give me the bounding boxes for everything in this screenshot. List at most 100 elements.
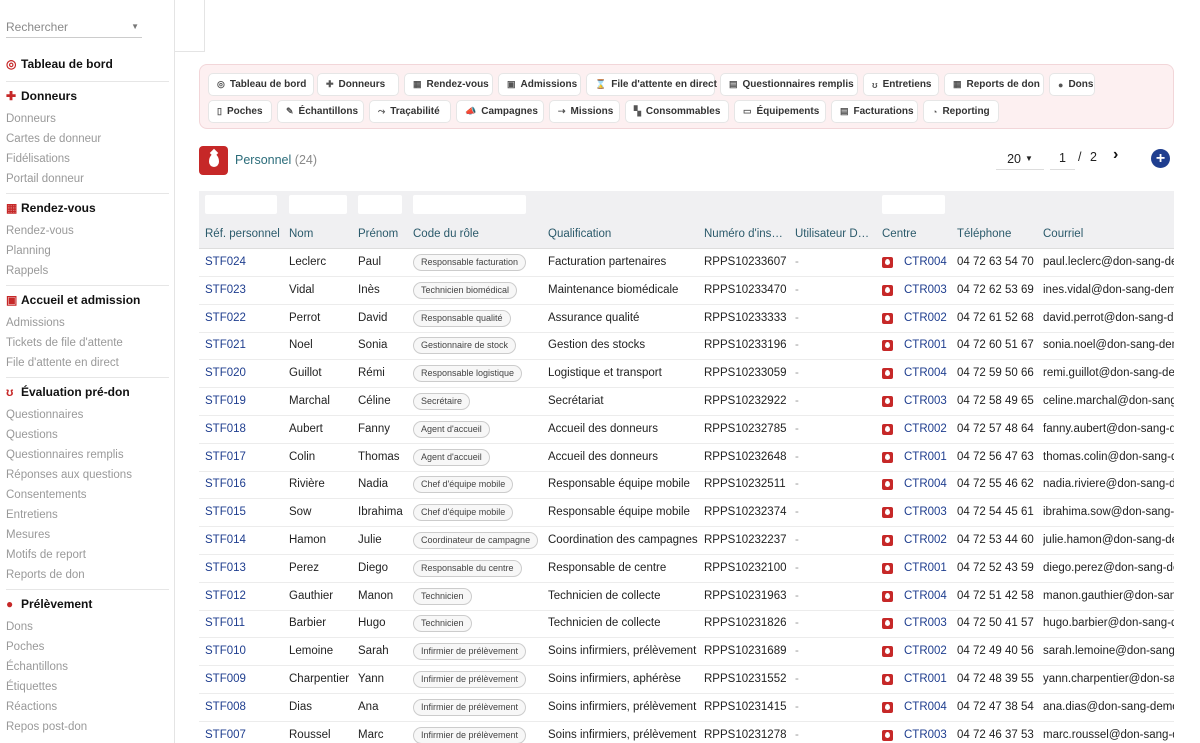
tab-tableau-de-bord[interactable]: ◎ Tableau de bord <box>208 73 314 96</box>
page-number-input[interactable]: 1 <box>1050 148 1075 170</box>
filter-nom-input[interactable] <box>289 195 347 214</box>
nav-section-title[interactable]: ● Prélèvement <box>6 591 169 617</box>
sidebar-item[interactable]: File d'attente en direct <box>6 353 169 373</box>
table-row[interactable]: STF014 Hamon Julie Coordinateur de campagne… <box>199 527 1174 555</box>
add-record-button[interactable]: + <box>1151 149 1170 168</box>
tab-file-d-attente-en-direct[interactable]: ⌛ File d'attente en direct <box>586 73 717 96</box>
sidebar-item[interactable]: Mesures <box>6 525 169 545</box>
sidebar-item[interactable]: Poches <box>6 637 169 657</box>
nav-section-title[interactable]: ▣ Accueil et admission <box>6 287 169 313</box>
cell-ref[interactable]: STF007 <box>205 729 285 741</box>
cell-centre[interactable]: CTR002 <box>904 645 952 657</box>
cell-centre[interactable]: CTR001 <box>904 673 952 685</box>
cell-centre[interactable]: CTR004 <box>904 701 952 713</box>
tab-traçabilité[interactable]: ⤳ Traçabilité <box>369 100 451 123</box>
tab-campagnes[interactable]: 📣 Campagnes <box>456 100 544 123</box>
sidebar-item[interactable]: Questions <box>6 425 169 445</box>
cell-ref[interactable]: STF009 <box>205 673 285 685</box>
sidebar-item[interactable]: Repos post-don <box>6 717 169 737</box>
cell-ref[interactable]: STF016 <box>205 478 285 490</box>
cell-ref[interactable]: STF011 <box>205 617 285 629</box>
sidebar-item[interactable]: Réponses aux questions <box>6 465 169 485</box>
column-header[interactable]: Utilisateur D… <box>795 228 877 240</box>
table-row[interactable]: STF021 Noel Sonia Gestionnaire de stock Gest… <box>199 332 1174 361</box>
column-header[interactable]: Code du rôle <box>413 228 543 240</box>
tab-rendez-vous[interactable]: ▦ Rendez-vous <box>404 73 493 96</box>
sidebar-item[interactable]: Rendez-vous <box>6 221 169 241</box>
sidebar-item[interactable]: Dons <box>6 617 169 637</box>
table-row[interactable]: STF007 Roussel Marc Infirmier de prélèvemen… <box>199 722 1174 743</box>
sidebar-item[interactable]: Cartes de donneur <box>6 129 169 149</box>
table-row[interactable]: STF013 Perez Diego Responsable du centre Res… <box>199 555 1174 583</box>
tab-reports-de-don[interactable]: ▦ Reports de don <box>944 73 1044 96</box>
table-row[interactable]: STF024 Leclerc Paul Responsable facturation… <box>199 249 1174 277</box>
sidebar-item[interactable]: Questionnaires remplis <box>6 445 169 465</box>
tab-équipements[interactable]: ▭ Équipements <box>734 100 826 123</box>
tab-admissions[interactable]: ▣ Admissions <box>498 73 581 96</box>
cell-ref[interactable]: STF008 <box>205 701 285 713</box>
cell-centre[interactable]: CTR002 <box>904 534 952 546</box>
sidebar-item[interactable]: Consentements <box>6 485 169 505</box>
table-row[interactable]: STF022 Perrot David Responsable qualité Assu… <box>199 305 1174 333</box>
cell-ref[interactable]: STF024 <box>205 256 285 268</box>
sidebar-item[interactable]: Étiquettes <box>6 677 169 697</box>
sidebar-item[interactable]: Rappels <box>6 261 169 281</box>
page-size-select[interactable]: 20 ▼ <box>996 148 1044 170</box>
search-select[interactable]: Rechercher ▼ <box>6 16 142 38</box>
table-row[interactable]: STF017 Colin Thomas Agent d'accueil Accueil … <box>199 444 1174 472</box>
nav-section-title[interactable]: ◎ Tableau de bord <box>6 51 169 77</box>
sidebar-item[interactable]: Donneurs <box>6 109 169 129</box>
sidebar-item[interactable]: Reports de don <box>6 565 169 585</box>
nav-section-title[interactable]: ʊ Évaluation pré-don <box>6 379 169 405</box>
column-header[interactable]: Centre <box>882 228 952 240</box>
cell-centre[interactable]: CTR002 <box>904 312 952 324</box>
tab-dons[interactable]: ● Dons <box>1049 73 1095 96</box>
sidebar-item[interactable]: Admissions <box>6 313 169 333</box>
table-row[interactable]: STF020 Guillot Rémi Responsable logistique L… <box>199 360 1174 389</box>
cell-centre[interactable]: CTR001 <box>904 451 952 463</box>
filter-prenom-input[interactable] <box>358 195 402 214</box>
tab-entretiens[interactable]: ʊ Entretiens <box>863 73 939 96</box>
nav-section-title[interactable]: ▦ Rendez-vous <box>6 195 169 221</box>
sidebar-item[interactable]: Échantillons <box>6 657 169 677</box>
table-row[interactable]: STF012 Gauthier Manon Technicien Technicien … <box>199 583 1174 611</box>
next-page-icon[interactable]: › <box>1113 146 1118 164</box>
tab-consommables[interactable]: ▚ Consommables <box>625 100 729 123</box>
tab-facturations[interactable]: ▤ Facturations <box>831 100 918 123</box>
cell-ref[interactable]: STF015 <box>205 506 285 518</box>
table-row[interactable]: STF018 Aubert Fanny Agent d'accueil Accueil … <box>199 416 1174 444</box>
cell-ref[interactable]: STF010 <box>205 645 285 657</box>
cell-ref[interactable]: STF023 <box>205 284 285 296</box>
cell-ref[interactable]: STF021 <box>205 339 285 351</box>
table-row[interactable]: STF008 Dias Ana Infirmier de prélèvement Soi… <box>199 694 1174 722</box>
tab-reporting[interactable]: ◔ Reporting <box>923 100 999 123</box>
filter-role-input[interactable] <box>413 195 526 214</box>
tab-donneurs[interactable]: ✚ Donneurs <box>317 73 399 96</box>
column-header[interactable]: Prénom <box>358 228 410 240</box>
sidebar-item[interactable]: Réactions <box>6 697 169 717</box>
table-row[interactable]: STF010 Lemoine Sarah Infirmier de prélèveme… <box>199 638 1174 667</box>
caret-down-icon[interactable]: ▼ <box>131 22 139 31</box>
sidebar-item[interactable]: Portail donneur <box>6 169 169 189</box>
cell-ref[interactable]: STF013 <box>205 562 285 574</box>
cell-centre[interactable]: CTR004 <box>904 590 952 602</box>
cell-centre[interactable]: CTR003 <box>904 617 952 629</box>
table-row[interactable]: STF019 Marchal Céline Secrétaire Secrétariat… <box>199 388 1174 416</box>
sidebar-item[interactable]: Tickets de file d'attente <box>6 333 169 353</box>
sidebar-item[interactable]: Entretiens <box>6 505 169 525</box>
cell-ref[interactable]: STF014 <box>205 534 285 546</box>
cell-ref[interactable]: STF022 <box>205 312 285 324</box>
cell-ref[interactable]: STF017 <box>205 451 285 463</box>
cell-centre[interactable]: CTR003 <box>904 729 952 741</box>
column-header[interactable]: Nom <box>289 228 355 240</box>
cell-ref[interactable]: STF018 <box>205 423 285 435</box>
column-header[interactable]: Réf. personnel <box>205 228 285 240</box>
sidebar-item[interactable]: Fidélisations <box>6 149 169 169</box>
table-row[interactable]: STF016 Rivière Nadia Chef d'équipe mobile Re… <box>199 471 1174 500</box>
cell-centre[interactable]: CTR004 <box>904 367 952 379</box>
sidebar-item[interactable]: Questionnaires <box>6 405 169 425</box>
filter-ref-input[interactable] <box>205 195 277 214</box>
column-header[interactable]: Courriel <box>1043 228 1174 240</box>
cell-centre[interactable]: CTR004 <box>904 256 952 268</box>
column-header[interactable]: Qualification <box>548 228 698 240</box>
